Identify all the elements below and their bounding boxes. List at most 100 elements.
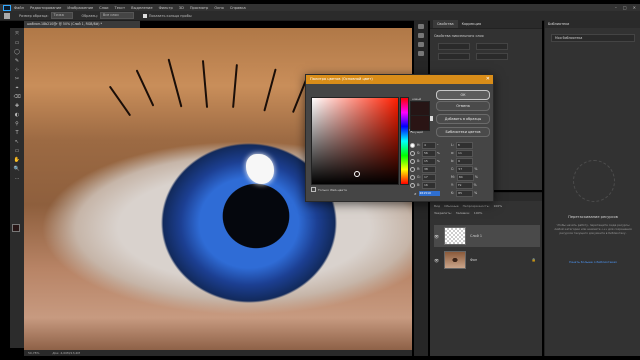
menu-filter[interactable]: Фильтр [159, 6, 173, 10]
paragraph-panel-icon[interactable] [418, 51, 424, 56]
show-ring-group: Показать кольцо пробы [142, 13, 192, 18]
visibility-eye-icon[interactable]: 👁 [434, 234, 440, 239]
zoom-level[interactable]: 50,78% [28, 351, 39, 355]
tab-properties[interactable]: Свойства [433, 20, 458, 28]
visibility-eye-icon[interactable]: 👁 [434, 258, 440, 263]
pen-tool-icon[interactable]: ⚲ [14, 121, 21, 127]
photoshop-logo-icon[interactable] [3, 4, 11, 11]
hex-field[interactable]: 261510 [418, 191, 440, 196]
eyedropper-tool-icon[interactable] [4, 12, 10, 19]
r-field[interactable]: 38 [422, 165, 436, 173]
lasso-tool-icon[interactable]: ◯ [14, 49, 21, 55]
h-field[interactable]: 4 [422, 141, 436, 149]
sample-size-select[interactable]: Точка [50, 12, 73, 19]
ok-button[interactable]: ОК [436, 90, 490, 100]
g-field[interactable]: 17 [422, 173, 436, 181]
menu-window[interactable]: Окно [214, 6, 224, 10]
fill-label: Заливка: [455, 211, 470, 215]
eyedropper-tool-icon[interactable]: ⌖ [14, 85, 21, 91]
dodge-tool-icon[interactable]: ◐ [14, 112, 21, 118]
close-button[interactable]: ✕ [633, 5, 636, 10]
layer-name[interactable]: Слой 1 [470, 234, 482, 238]
crop-tool-icon[interactable]: ✂ [14, 76, 21, 82]
lab-b-field[interactable]: 6 [456, 157, 474, 165]
radio-g[interactable] [410, 174, 415, 180]
s-field[interactable]: 56 [422, 149, 436, 157]
rgb-b-field[interactable]: 16 [422, 181, 436, 189]
c-field[interactable]: 57 [456, 165, 474, 173]
doc-info[interactable]: Док: 4,00M/13,4M [52, 351, 80, 355]
type-tool-icon[interactable]: T [14, 130, 21, 136]
libraries-header[interactable]: Библиотеки [545, 20, 640, 28]
menu-3d[interactable]: 3D [179, 6, 184, 10]
history-panel-icon[interactable] [418, 24, 424, 29]
fill-value[interactable]: 100% [474, 211, 483, 215]
layer-row[interactable]: 👁 Фон 🔒 [434, 249, 540, 271]
quick-select-tool-icon[interactable]: ⊹ [14, 67, 21, 73]
add-to-swatches-button[interactable]: Добавить в образцы [436, 114, 490, 124]
radio-b[interactable] [410, 158, 415, 164]
menu-layers[interactable]: Слои [99, 6, 108, 10]
y-field[interactable] [476, 53, 508, 60]
menu-image[interactable]: Изображение [67, 6, 93, 10]
close-icon[interactable]: ✕ [486, 75, 490, 84]
web-only-label: Только Web-цвета [318, 187, 347, 192]
web-only-checkbox[interactable] [311, 187, 316, 192]
zoom-tool-icon[interactable]: 🔍 [14, 166, 21, 172]
path-select-tool-icon[interactable]: ↖ [14, 139, 21, 145]
more-tools-icon[interactable]: … [14, 175, 21, 181]
gamut-warning-icon[interactable] [430, 116, 433, 121]
menu-help[interactable]: Справка [230, 6, 246, 10]
color-libraries-button[interactable]: Библиотеки цветов [436, 127, 490, 137]
libraries-learn-link[interactable]: Узнать больше о библиотеках [553, 260, 633, 264]
b-field[interactable]: 15 [422, 157, 436, 165]
hand-tool-icon[interactable]: ✋ [14, 157, 21, 163]
a-field[interactable]: 11 [456, 149, 474, 157]
m-field[interactable]: 84 [456, 173, 474, 181]
k-field[interactable]: 85 [456, 189, 474, 197]
foreground-color-swatch[interactable] [12, 224, 20, 232]
shape-tool-icon[interactable]: ▭ [14, 148, 21, 154]
photoshop-window: Файл Редактирование Изображение Слои Тек… [0, 0, 640, 360]
cmyk-c-row: C: 57% [451, 165, 478, 173]
eyelash [201, 60, 209, 108]
library-select[interactable]: Моя библиотека [551, 34, 635, 42]
tab-adjustments[interactable]: Коррекция [462, 22, 481, 26]
menu-edit[interactable]: Редактирование [30, 6, 61, 10]
color-panel-icon[interactable] [418, 33, 424, 38]
x-field[interactable] [438, 53, 470, 60]
layer-row[interactable]: 👁 Слой 1 [434, 225, 540, 247]
maximize-button[interactable]: □ [623, 5, 627, 10]
width-field[interactable] [438, 43, 470, 50]
move-tool-icon[interactable]: ⤧ [14, 31, 21, 37]
hue-slider[interactable] [400, 97, 409, 185]
eyelash [108, 85, 132, 117]
height-field[interactable] [476, 43, 508, 50]
current-color-swatch[interactable] [410, 115, 430, 131]
minimize-button[interactable]: – [615, 5, 617, 10]
menu-view[interactable]: Просмотр [190, 6, 208, 10]
cancel-button[interactable]: Отмена [436, 101, 490, 111]
swatches-panel-icon[interactable] [418, 42, 424, 47]
menu-file[interactable]: Файл [14, 6, 24, 10]
layer-kind-filter[interactable]: Вид [434, 204, 440, 208]
color-field-marker[interactable] [354, 171, 360, 177]
radio-s[interactable] [410, 150, 415, 156]
radio-h[interactable] [410, 142, 415, 148]
menu-select[interactable]: Выделение [131, 6, 152, 10]
document-tab[interactable]: шаблон-18b210@r @ 50% (Слой 1, RGB/8#) * [24, 21, 140, 28]
marquee-tool-icon[interactable]: ▭ [14, 40, 21, 46]
layer-name[interactable]: Фон [470, 258, 477, 262]
menu-type[interactable]: Текст [115, 6, 126, 10]
show-ring-checkbox[interactable] [142, 13, 147, 18]
healing-tool-icon[interactable]: ✚ [14, 103, 21, 109]
opacity-value[interactable]: 100% [494, 204, 503, 208]
radio-rgb-b[interactable] [410, 182, 415, 188]
sample-select[interactable]: Все слои [99, 12, 134, 19]
eraser-tool-icon[interactable]: ⌫ [13, 94, 20, 100]
y-field[interactable]: 79 [455, 181, 473, 189]
l-field[interactable]: 8 [455, 141, 473, 149]
blend-mode-select[interactable]: Обычные [444, 204, 459, 208]
radio-r[interactable] [410, 166, 415, 172]
brush-tool-icon[interactable]: ✎ [14, 58, 21, 64]
